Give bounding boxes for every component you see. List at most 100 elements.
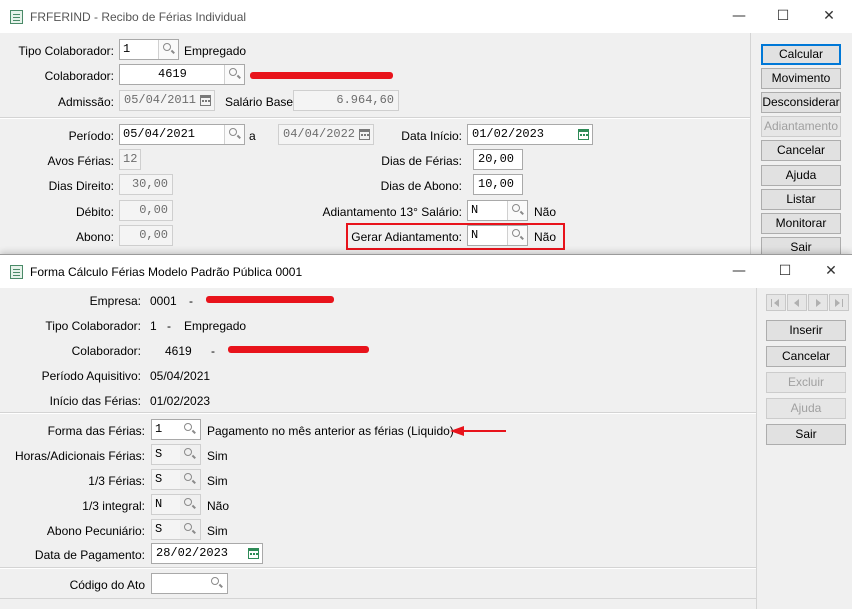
data-pagamento-field[interactable]: 28/02/2023 [151,543,263,564]
um-terco-ferias-label: 1/3 Férias: [88,474,145,488]
abono-pecuniario-desc: Sim [207,524,228,538]
annotation-arrow-icon [450,426,464,436]
periodo-fim-value: 04/04/2022 [283,127,356,141]
adiantamento-button[interactable]: Adiantamento [761,116,841,137]
divider [0,598,756,599]
data-inicio-field[interactable]: 01/02/2023 [467,124,593,145]
redaction-mark [250,72,393,79]
previous-icon [794,299,799,307]
first-record-button[interactable] [766,294,786,311]
dias-ferias-label: Dias de Férias: [381,154,462,168]
tipo-colaborador-desc: Empregado [184,319,247,333]
dias-direito-field[interactable]: 30,00 [119,174,173,195]
um-terco-ferias-lookup[interactable]: S [151,469,201,490]
um-terco-integral-desc: Não [207,499,230,513]
abono-field[interactable]: 0,00 [119,225,173,246]
dias-direito-label: Dias Direito: [48,179,114,193]
admissao-field[interactable]: 05/04/2011 [119,90,215,111]
gerar-adiantamento-lookup[interactable]: N [467,225,528,246]
search-icon[interactable] [180,520,200,539]
search-icon[interactable] [207,574,227,593]
search-icon[interactable] [180,420,200,439]
debito-field[interactable]: 0,00 [119,200,173,221]
close-icon[interactable]: ✕ [808,255,852,288]
periodo-aquisitivo-label: Período Aquisitivo: [41,369,141,383]
sair-button[interactable]: Sair [766,424,846,445]
salario-base-label: Salário Base: [225,95,297,109]
dias-abono-label: Dias de Abono: [380,179,462,193]
button-panel-divider [750,33,751,256]
calendar-icon[interactable] [578,129,589,140]
search-icon[interactable] [180,445,200,464]
divider [0,118,750,119]
tipo-colaborador-lookup[interactable]: 1 [119,39,179,60]
search-icon[interactable] [180,470,200,489]
horas-adicionais-label: Horas/Adicionais Férias: [14,449,145,463]
minimize-icon[interactable]: — [716,255,762,288]
cancelar-button[interactable]: Cancelar [761,140,841,161]
excluir-button[interactable]: Excluir [766,372,846,393]
cancelar-button[interactable]: Cancelar [766,346,846,367]
search-icon[interactable] [507,201,527,220]
data-inicio-value: 01/02/2023 [472,127,545,141]
next-icon [816,299,821,307]
codigo-ato-lookup[interactable] [151,573,228,594]
window-title: Forma Cálculo Férias Modelo Padrão Públi… [30,265,303,279]
um-terco-integral-lookup[interactable]: N [151,494,201,515]
desconsiderar-button[interactable]: Desconsiderar [761,92,841,113]
maximize-icon[interactable]: ☐ [760,0,806,33]
ajuda-button[interactable]: Ajuda [761,165,841,186]
tipo-colaborador-label: Tipo Colaborador: [18,44,114,58]
adiantamento-13-lookup[interactable]: N [467,200,528,221]
horas-adicionais-value: S [155,447,163,461]
search-icon[interactable] [158,40,178,59]
abono-pecuniario-lookup[interactable]: S [151,519,201,540]
calendar-icon[interactable] [248,548,259,559]
maximize-icon[interactable]: ☐ [762,255,808,288]
dias-direito-value: 30,00 [131,177,168,191]
data-inicio-label: Data Início: [401,129,462,143]
periodo-inicio-lookup[interactable]: 05/04/2021 [119,124,245,145]
abono-value: 0,00 [139,228,168,242]
tipo-colaborador-label: Tipo Colaborador: [45,319,141,333]
horas-adicionais-lookup[interactable]: S [151,444,201,465]
divider [0,568,756,569]
dias-abono-value: 10,00 [478,177,515,191]
last-record-button[interactable] [829,294,849,311]
movimento-button[interactable]: Movimento [761,68,841,89]
minimize-icon[interactable]: — [716,0,762,33]
calendar-icon[interactable] [200,95,211,106]
debito-label: Débito: [75,205,114,219]
search-icon[interactable] [224,125,244,144]
previous-record-button[interactable] [787,294,807,311]
dias-ferias-field[interactable]: 20,00 [473,149,523,170]
inicio-ferias-label: Início das Férias: [49,394,141,408]
forma-calculo-titlebar: Forma Cálculo Férias Modelo Padrão Públi… [0,255,852,288]
next-record-button[interactable] [808,294,828,311]
avos-ferias-label: Avos Férias: [47,154,114,168]
colaborador-dash: - [211,344,215,358]
forma-ferias-lookup[interactable]: 1 [151,419,201,440]
inserir-button[interactable]: Inserir [766,320,846,341]
empresa-code: 0001 [150,294,177,308]
close-icon[interactable]: ✕ [806,0,852,33]
periodo-label: Período: [68,129,114,143]
adiantamento-13-label: Adiantamento 13° Salário: [322,205,462,219]
search-icon[interactable] [507,226,527,245]
divider [0,413,756,414]
monitorar-button[interactable]: Monitorar [761,213,841,234]
calcular-button[interactable]: Calcular [761,44,841,65]
listar-button[interactable]: Listar [761,189,841,210]
dias-abono-field[interactable]: 10,00 [473,174,523,195]
salario-base-field[interactable]: 6.964,60 [293,90,399,111]
app-icon [10,10,23,24]
search-icon[interactable] [224,65,244,84]
admissao-value: 05/04/2011 [124,93,197,107]
tipo-colaborador-value: 1 [123,42,131,56]
periodo-separator: a [249,129,256,143]
ajuda-button[interactable]: Ajuda [766,398,846,419]
periodo-aquisitivo-value: 05/04/2021 [150,369,211,383]
avos-ferias-field[interactable]: 12 [119,149,141,170]
search-icon[interactable] [180,495,200,514]
colaborador-lookup[interactable]: 4619 [119,64,245,85]
